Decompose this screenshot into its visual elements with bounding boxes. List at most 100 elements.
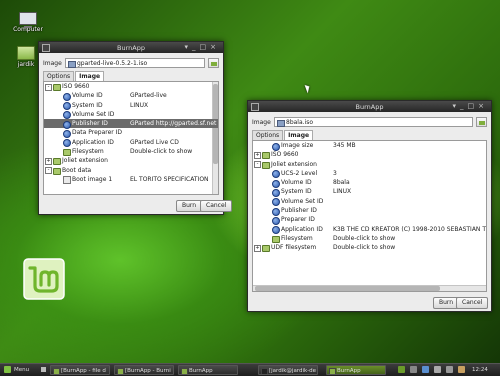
tree-row[interactable]: - ISO 9660 bbox=[44, 82, 218, 91]
scroll-thumb[interactable] bbox=[255, 286, 440, 291]
mouse-cursor-icon bbox=[304, 83, 312, 94]
desktop-icon-computer[interactable]: Computer bbox=[8, 12, 48, 33]
expand-icon[interactable]: + bbox=[45, 157, 52, 165]
file-icon bbox=[63, 176, 71, 185]
folder-icon bbox=[53, 84, 61, 91]
tree-row[interactable]: + Joliet extension bbox=[44, 156, 218, 166]
folder-icon bbox=[272, 235, 280, 243]
tree-row[interactable]: System ID LINUX bbox=[253, 187, 486, 197]
property-name: Publisher ID bbox=[72, 120, 108, 128]
tree-row[interactable]: + ISO 9660 bbox=[253, 150, 486, 160]
horizontal-scrollbar[interactable] bbox=[253, 285, 486, 291]
network-icon[interactable] bbox=[410, 366, 417, 373]
workspace-switcher-icon[interactable] bbox=[398, 366, 405, 373]
property-name: System ID bbox=[281, 188, 312, 196]
tab-options[interactable]: Options bbox=[43, 71, 75, 81]
cancel-button[interactable]: Cancel bbox=[200, 200, 233, 212]
taskbar-item[interactable]: [BurnApp - Burni bbox=[114, 365, 174, 375]
property-name: Volume Set ID bbox=[72, 110, 115, 118]
info-icon bbox=[63, 129, 71, 138]
task-label: BurnApp bbox=[189, 368, 213, 374]
tree-row[interactable]: System ID LINUX bbox=[44, 101, 218, 111]
tree-row[interactable]: Application ID GParted Live CD bbox=[44, 138, 218, 148]
info-icon bbox=[272, 198, 280, 207]
image-path-field[interactable]: 8bala.iso bbox=[274, 117, 473, 127]
tab-options[interactable]: Options bbox=[252, 130, 284, 140]
info-icon bbox=[272, 188, 280, 197]
taskbar-item-active[interactable]: BurnApp bbox=[326, 365, 386, 375]
window-titlebar[interactable]: BurnApp ▾_□× bbox=[39, 42, 223, 53]
property-name: ISO 9660 bbox=[271, 151, 299, 159]
expand-icon[interactable]: + bbox=[254, 244, 261, 252]
folder-icon bbox=[53, 167, 61, 175]
property-name: UDF filesystem bbox=[271, 244, 317, 252]
app-icon bbox=[181, 368, 188, 374]
tree-row[interactable]: UCS-2 Level 3 bbox=[253, 169, 486, 179]
property-name: Data Preparer ID bbox=[72, 129, 123, 137]
window-titlebar[interactable]: BurnApp ▾_□× bbox=[248, 101, 491, 112]
property-value: EL TORITO SPECIFICATION bbox=[130, 175, 209, 183]
tree-row[interactable]: - Joliet extension bbox=[253, 160, 486, 169]
update-shield-icon[interactable] bbox=[422, 366, 429, 373]
property-value: Double-click to show bbox=[333, 244, 396, 252]
collapse-icon[interactable]: - bbox=[45, 167, 52, 175]
property-value: Double-click to show bbox=[333, 234, 396, 242]
cancel-button[interactable]: Cancel bbox=[456, 297, 489, 309]
info-icon bbox=[63, 102, 71, 111]
volume-icon[interactable] bbox=[446, 366, 453, 373]
tree-row[interactable]: Data Preparer ID bbox=[44, 128, 218, 138]
image-path-field[interactable]: gparted-live-0.5.2-1.iso bbox=[65, 58, 205, 68]
folder-icon bbox=[53, 158, 61, 166]
task-label: [BurnApp - Burni bbox=[125, 368, 171, 374]
tree-row[interactable]: Volume Set ID bbox=[253, 197, 486, 207]
taskbar-item[interactable]: BurnApp bbox=[178, 365, 238, 375]
tree-row[interactable]: Boot image 1 EL TORITO SPECIFICATION bbox=[44, 175, 218, 185]
show-desktop-icon[interactable] bbox=[40, 365, 48, 375]
property-value: 345 MB bbox=[333, 142, 356, 149]
user-icon[interactable] bbox=[458, 366, 465, 373]
info-icon bbox=[272, 207, 280, 216]
info-icon bbox=[272, 226, 280, 235]
clipboard-icon[interactable] bbox=[434, 366, 441, 373]
tree-row[interactable]: Preparer ID bbox=[253, 215, 486, 225]
expand-icon[interactable]: + bbox=[254, 151, 261, 159]
task-label: [BurnApp - file d bbox=[61, 368, 106, 374]
burn-button[interactable]: Burn bbox=[176, 200, 203, 212]
folder-icon bbox=[63, 149, 71, 157]
property-name: Volume Set ID bbox=[281, 197, 324, 205]
property-name: Joliet extension bbox=[62, 157, 108, 165]
info-icon bbox=[63, 111, 71, 120]
tree-row[interactable]: Volume ID 8bala bbox=[253, 178, 486, 188]
tree-row[interactable]: Filesystem Double-click to show bbox=[253, 234, 486, 243]
tree-row[interactable]: Volume ID GParted-live bbox=[44, 91, 218, 101]
tree-row[interactable]: + UDF filesystem Double-click to show bbox=[253, 243, 486, 253]
image-properties-tree: Image size 345 MB + ISO 9660 - Joliet extensi… bbox=[252, 140, 487, 292]
tree-row[interactable]: Volume Set ID bbox=[44, 110, 218, 120]
image-row: Image 8bala.iso bbox=[252, 117, 487, 128]
info-icon bbox=[272, 216, 280, 225]
app-icon bbox=[329, 368, 336, 374]
tree-row[interactable]: Publisher ID bbox=[253, 206, 486, 216]
collapse-icon[interactable]: - bbox=[254, 161, 261, 169]
tree-row[interactable]: Image size 345 MB bbox=[253, 141, 486, 151]
clock[interactable]: 12:24 bbox=[472, 365, 496, 375]
browse-button[interactable] bbox=[476, 117, 487, 127]
tree-row[interactable]: Publisher ID GParted http://gparted.sf.ne… bbox=[44, 119, 218, 129]
property-value: 3 bbox=[333, 169, 337, 177]
menu-button[interactable]: Menu bbox=[2, 365, 38, 375]
property-name: Publisher ID bbox=[281, 207, 317, 215]
tree-row[interactable]: - Boot data bbox=[44, 166, 218, 175]
window-controls[interactable]: ▾_□× bbox=[185, 43, 221, 51]
tree-row[interactable]: Application ID K3B THE CD KREATOR (C) 199… bbox=[253, 225, 486, 235]
property-name: Joliet extension bbox=[271, 160, 317, 168]
taskbar-item[interactable]: [BurnApp - file d bbox=[50, 365, 110, 375]
property-value: GParted-live bbox=[130, 92, 167, 100]
collapse-icon[interactable]: - bbox=[45, 83, 52, 91]
window-controls[interactable]: ▾_□× bbox=[453, 102, 489, 110]
taskbar-item[interactable]: [jardik@jardik-de bbox=[258, 365, 318, 375]
property-name: Application ID bbox=[281, 225, 323, 233]
property-name: UCS-2 Level bbox=[281, 169, 318, 177]
browse-button[interactable] bbox=[208, 58, 219, 68]
home-folder-icon bbox=[17, 46, 35, 60]
tree-row[interactable]: Filesystem Double-click to show bbox=[44, 147, 218, 157]
